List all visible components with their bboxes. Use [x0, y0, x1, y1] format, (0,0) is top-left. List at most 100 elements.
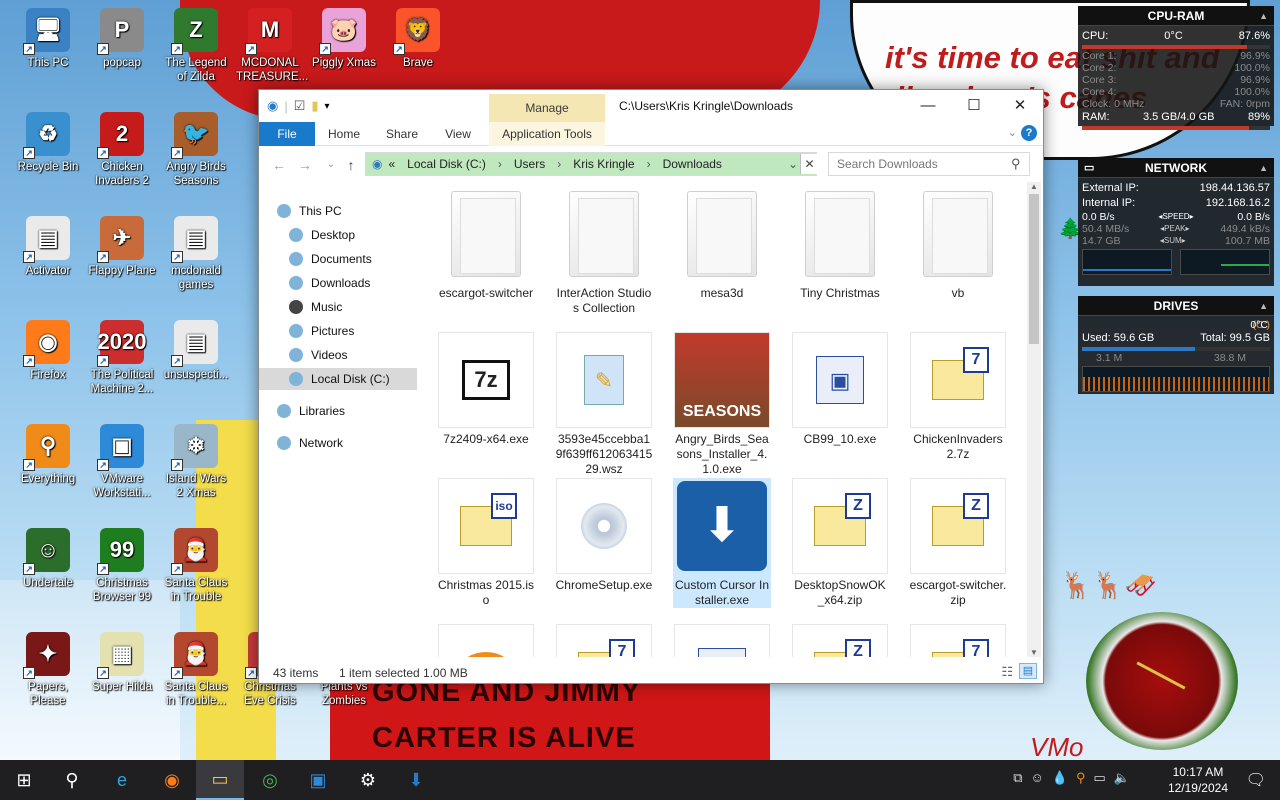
file-item[interactable]: Z DesktopSnowOK_x64.zip [791, 478, 889, 608]
recent-locations-icon[interactable]: ⌄ [321, 154, 341, 176]
desktop-icon[interactable]: 🎅 ↗ Santa Claus in Trouble... [162, 632, 230, 708]
details-view-icon[interactable]: ☷ [1001, 664, 1013, 680]
new-folder-icon[interactable]: ▮ [311, 98, 318, 114]
explorer-app-icon[interactable]: ◉ [267, 98, 278, 114]
title-bar[interactable]: ◉ | ☑ ▮ ▾ Manage C:\Users\Kris Kringle\D… [259, 90, 1043, 122]
file-item[interactable]: iso Christmas 2015.iso [437, 478, 535, 608]
desktop-icon[interactable]: ▤ ↗ Activator [14, 216, 82, 278]
desktop-icon[interactable]: ✦ ↗ Papers, Please [14, 632, 82, 708]
nav-item[interactable]: Libraries [259, 400, 417, 422]
file-item[interactable]: Z [791, 624, 889, 657]
file-item[interactable]: 7z 7z2409-x64.exe [437, 332, 535, 447]
address-dropdown-icon[interactable]: ⌄ [788, 157, 798, 171]
desktop-icon[interactable]: ⚲ ↗ Everything [14, 424, 82, 486]
properties-icon[interactable]: ☑ [294, 98, 306, 114]
tab-view[interactable]: View [435, 122, 481, 146]
help-icon[interactable]: ? [1021, 125, 1037, 141]
file-item[interactable]: ▣ [673, 624, 771, 657]
collapse-arrow-icon[interactable]: ▲ [1259, 158, 1268, 178]
expand-ribbon-icon[interactable]: ⌄ [1008, 126, 1017, 139]
network-icon[interactable]: ▭ [1094, 770, 1106, 786]
tab-application-tools[interactable]: Application Tools [489, 122, 605, 146]
minimize-button[interactable]: — [905, 90, 951, 120]
desktop-icon[interactable]: ❄ ↗ Island Wars 2 Xmas [162, 424, 230, 500]
desktop-icon[interactable]: 🐦 ↗ Angry Birds Seasons [162, 112, 230, 188]
system-clock[interactable]: 10:17 AM 12/19/2024 [1168, 764, 1228, 796]
taskbar-settings-button[interactable]: ⚙ [344, 760, 392, 800]
search-icon[interactable]: ⚲ [1011, 156, 1021, 172]
nav-item[interactable]: Local Disk (C:) [259, 368, 417, 390]
collapse-arrow-icon[interactable]: ▲ [1259, 296, 1268, 316]
scroll-down-icon[interactable]: ▼ [1030, 648, 1038, 657]
desktop-icon[interactable]: P ↗ popcap [88, 8, 156, 70]
address-crumb-user[interactable]: Kris Kringle [573, 157, 634, 171]
desktop-icon[interactable]: 2020 ↗ The Political Machine 2... [88, 320, 156, 396]
taskbar-firefox-button[interactable]: ◉ [148, 760, 196, 800]
volume-icon[interactable]: 🔈 [1114, 770, 1130, 786]
everything-tray-icon[interactable]: ⚲ [1076, 770, 1086, 786]
file-item[interactable]: 7 [909, 624, 1007, 657]
close-button[interactable]: ✕ [997, 90, 1043, 120]
desktop-icon[interactable]: 2 ↗ Chicken Invaders 2 [88, 112, 156, 188]
maximize-button[interactable]: ☐ [951, 90, 997, 120]
nav-item[interactable]: Documents [259, 248, 417, 270]
collapse-arrow-icon[interactable]: ▲ [1259, 6, 1268, 26]
address-crumb-drive[interactable]: Local Disk (C:) [407, 157, 486, 171]
notifications-icon[interactable]: 🗨 [1246, 770, 1266, 790]
file-item[interactable]: InterAction Studios Collection [555, 186, 653, 316]
manage-context-tab[interactable]: Manage [489, 94, 605, 122]
taskbar-start-button[interactable]: ⊞ [0, 760, 48, 800]
desktop-icon[interactable]: ▣ ↗ VMware Workstati... [88, 424, 156, 500]
back-button[interactable]: ← [269, 154, 289, 176]
desktop-icon[interactable]: ▦ ↗ Super Hilda [88, 632, 156, 694]
tab-share[interactable]: Share [379, 122, 425, 146]
address-crumb-downloads[interactable]: Downloads [663, 157, 722, 171]
file-item[interactable]: mesa3d [673, 186, 771, 301]
nav-item[interactable]: Videos [259, 344, 417, 366]
taskbar-search-button[interactable]: ⚲ [48, 760, 96, 800]
address-overflow[interactable]: « [388, 157, 395, 171]
desktop-icon[interactable]: M ↗ MCDONAL TREASURE... [236, 8, 308, 84]
scroll-up-icon[interactable]: ▲ [1030, 182, 1038, 191]
desktop-icon[interactable]: 🦁 ↗ Brave [384, 8, 452, 70]
taskbar-cursor-installer-button[interactable]: ⬇ [392, 760, 440, 800]
address-bar[interactable]: ◉ « Local Disk (C:) › Users › Kris Kringle… [365, 152, 817, 176]
large-icons-view-icon[interactable]: ▤ [1019, 663, 1037, 679]
desktop-icon[interactable]: 🐷 ↗ Piggly Xmas [310, 8, 378, 70]
file-item[interactable]: SEASONS Angry_Birds_Seasons_Installer_4.1… [673, 332, 771, 477]
file-item[interactable]: Zescargot-switcher.zip [909, 478, 1007, 608]
address-crumb-users[interactable]: Users [514, 157, 545, 171]
file-item[interactable]: escargot-switcher [437, 186, 535, 301]
file-item[interactable]: ▣ CB99_10.exe [791, 332, 889, 447]
desktop-icon[interactable]: 🎅 ↗ Santa Claus in Trouble [162, 528, 230, 604]
desktop-icon[interactable]: ▤ ↗ mcdonald games [162, 216, 230, 292]
file-item[interactable]: 7 [555, 624, 653, 657]
file-explorer-window[interactable]: ◉ | ☑ ▮ ▾ Manage C:\Users\Kris Kringle\D… [258, 89, 1044, 684]
file-item[interactable]: vb [909, 186, 1007, 301]
christmas-clock-gadget[interactable] [1086, 612, 1238, 750]
file-item[interactable]: ChromeSetup.exe [555, 478, 653, 593]
tab-file[interactable]: File [259, 122, 315, 146]
nav-item[interactable]: Pictures [259, 320, 417, 342]
desktop-icon[interactable]: 🖥 ↗ This PC [14, 8, 82, 70]
nav-item[interactable]: Music [259, 296, 417, 318]
desktop-icon[interactable]: 99 ↗ Christmas Browser 99 [88, 528, 156, 604]
desktop-icon[interactable]: Z ↗ The Legend of Zilda [162, 8, 230, 84]
taskbar-chrome-button[interactable]: ◎ [246, 760, 294, 800]
file-item[interactable]: ✎ 3593e45ccebba19f639ff61206341529.wsz [555, 332, 653, 477]
desktop-icon[interactable]: ◉ ↗ Firefox [14, 320, 82, 382]
desktop-icon[interactable]: ✈ ↗ Flappy Plane [88, 216, 156, 278]
nav-item[interactable]: Network [259, 432, 417, 454]
desktop-icon[interactable]: ♻ ↗ Recycle Bin [14, 112, 82, 174]
scrollbar-thumb[interactable] [1029, 194, 1039, 344]
vertical-scrollbar[interactable]: ▲ ▼ [1027, 182, 1041, 657]
taskbar-file-explorer-button[interactable]: ▭ [196, 760, 244, 800]
file-item[interactable]: ⬇ Custom Cursor Installer.exe [673, 478, 771, 608]
clear-address-button[interactable]: ✕ [800, 154, 818, 174]
file-item[interactable] [437, 624, 535, 657]
nav-item[interactable]: This PC [259, 200, 417, 222]
water-drop-icon[interactable]: 💧 [1052, 770, 1068, 786]
tab-home[interactable]: Home [321, 122, 367, 146]
nav-item[interactable]: Desktop [259, 224, 417, 246]
taskbar-vmware-button[interactable]: ▣ [294, 760, 342, 800]
